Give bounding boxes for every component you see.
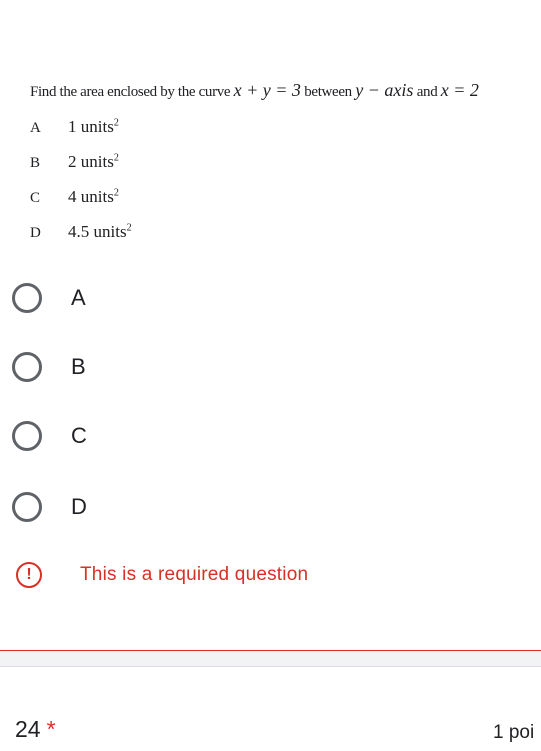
- radio-option-label: A: [71, 285, 86, 310]
- choice-letter: D: [30, 225, 41, 241]
- choice-text: 4 units2: [68, 187, 119, 207]
- choice-row-b: B 2 units2: [30, 152, 119, 172]
- radio-option-label: D: [71, 494, 87, 519]
- radio-unchecked-icon[interactable]: [12, 421, 42, 451]
- choice-text: 1 units2: [68, 117, 119, 137]
- radio-unchecked-icon[interactable]: [12, 283, 42, 313]
- question-prefix: Find the area enclosed by the curve: [30, 84, 231, 100]
- question-text: Find the area enclosed by the curve x + …: [30, 80, 541, 101]
- question-between: between: [304, 84, 352, 100]
- exclamation-glyph: !: [26, 566, 32, 583]
- equation-curve: x + y = 3: [233, 80, 301, 100]
- choice-letter: B: [30, 155, 41, 171]
- choice-value: 2 units: [68, 152, 114, 171]
- radio-option-a[interactable]: A: [12, 278, 86, 318]
- choice-text: 4.5 units2: [68, 222, 132, 242]
- choice-row-a: A 1 units2: [30, 117, 119, 137]
- required-error-message: This is a required question: [80, 564, 309, 585]
- choice-letter: A: [30, 120, 41, 136]
- question-separator: [0, 651, 541, 666]
- radio-option-label: B: [71, 354, 86, 379]
- choice-row-c: C 4 units2: [30, 187, 119, 207]
- exclamation-icon: !: [16, 562, 42, 588]
- radio-unchecked-icon[interactable]: [12, 492, 42, 522]
- question-card: Find the area enclosed by the curve x + …: [0, 0, 541, 651]
- choice-superscript: 2: [126, 222, 132, 234]
- choice-value: 4 units: [68, 187, 114, 206]
- radio-option-c[interactable]: C: [12, 416, 87, 456]
- next-question-number: 24 *: [15, 716, 56, 743]
- choice-text: 2 units2: [68, 152, 119, 172]
- question-number: 24: [15, 716, 41, 742]
- radio-option-d[interactable]: D: [12, 487, 87, 527]
- choice-value: 1 units: [68, 117, 114, 136]
- choice-row-d: D 4.5 units2: [30, 222, 132, 242]
- equation-y-axis: y − axis: [355, 80, 414, 100]
- choice-superscript: 2: [113, 152, 119, 164]
- choice-value: 4.5 units: [68, 222, 127, 241]
- required-error: ! This is a required question: [16, 562, 308, 588]
- choice-superscript: 2: [113, 187, 119, 199]
- next-question-card: [0, 666, 541, 751]
- radio-unchecked-icon[interactable]: [12, 352, 42, 382]
- radio-option-label: C: [71, 423, 87, 448]
- equation-x-line: x = 2: [440, 80, 479, 100]
- choice-letter: C: [30, 190, 41, 206]
- choice-superscript: 2: [113, 117, 119, 129]
- radio-option-b[interactable]: B: [12, 347, 86, 387]
- question-points: 1 poi: [493, 722, 535, 743]
- question-and: and: [416, 84, 438, 100]
- required-asterisk: *: [46, 716, 56, 742]
